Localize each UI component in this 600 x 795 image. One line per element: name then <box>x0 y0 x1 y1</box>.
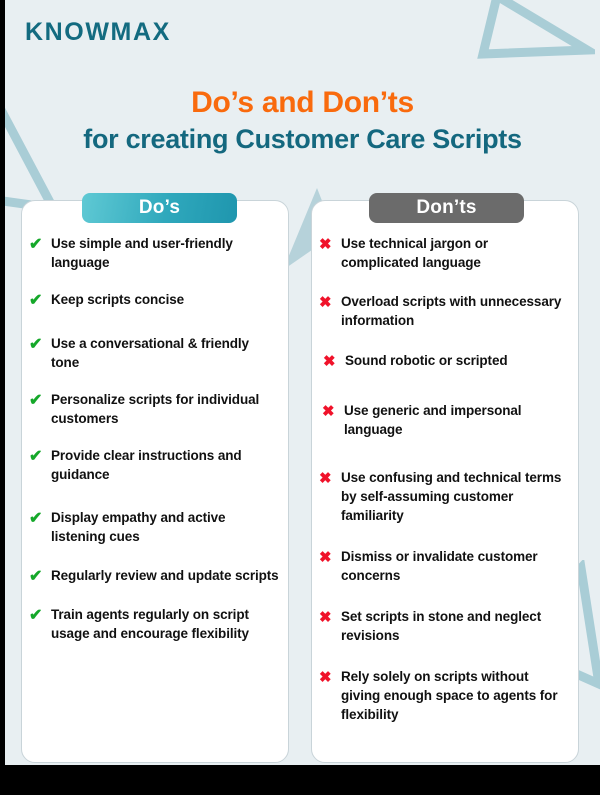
list-item-label: Train agents regularly on script usage a… <box>51 607 249 641</box>
check-icon: ✔ <box>29 448 43 465</box>
list-item-label: Display empathy and active listening cue… <box>51 510 226 544</box>
list-item-label: Provide clear instructions and guidance <box>51 448 242 482</box>
check-icon: ✔ <box>29 292 43 309</box>
cross-icon: ✖ <box>322 403 335 420</box>
list-item-label: Personalize scripts for individual custo… <box>51 392 260 426</box>
cross-icon: ✖ <box>323 353 336 370</box>
check-icon: ✔ <box>29 236 43 253</box>
list-item-label: Keep scripts concise <box>51 292 185 307</box>
cross-icon: ✖ <box>319 470 332 487</box>
list-item: ✖ Use generic and impersonal language <box>319 401 569 439</box>
check-icon: ✔ <box>29 510 43 527</box>
poster-canvas: KNOWMAX Do’s and Don’ts for creating Cus… <box>0 0 600 795</box>
list-item: ✔ Regularly review and update scripts <box>29 566 279 586</box>
list-item: ✖ Sound robotic or scripted <box>319 351 569 371</box>
knowmax-logo: KNOWMAX <box>25 18 171 46</box>
triangle-outline-top-right-icon <box>477 0 595 59</box>
list-item: ✔ Keep scripts concise <box>29 290 279 310</box>
list-item: ✔ Use a conversational & friendly tone <box>29 334 279 372</box>
donts-header-pill: Don’ts <box>369 193 524 223</box>
list-item: ✔ Personalize scripts for individual cus… <box>29 390 279 428</box>
check-icon: ✔ <box>29 392 43 409</box>
list-item: ✖ Rely solely on scripts without giving … <box>319 667 569 724</box>
cross-icon: ✖ <box>319 294 332 311</box>
list-item-label: Use technical jargon or complicated lang… <box>341 236 488 270</box>
list-item-label: Overload scripts with unnecessary inform… <box>341 294 562 328</box>
list-item-label: Use confusing and technical terms by sel… <box>341 470 562 523</box>
list-item: ✖ Dismiss or invalidate customer concern… <box>319 547 569 585</box>
list-item: ✔ Display empathy and active listening c… <box>29 508 279 546</box>
check-icon: ✔ <box>29 336 43 353</box>
list-item: ✔ Train agents regularly on script usage… <box>29 605 279 643</box>
list-item: ✔ Provide clear instructions and guidanc… <box>29 446 279 484</box>
cross-icon: ✖ <box>319 669 332 686</box>
dos-header-pill: Do’s <box>82 193 237 223</box>
list-item-label: Use generic and impersonal language <box>344 403 522 437</box>
check-icon: ✔ <box>29 568 43 585</box>
list-item-label: Dismiss or invalidate customer concerns <box>341 549 538 583</box>
list-item-label: Set scripts in stone and neglect revisio… <box>341 609 542 643</box>
list-item-label: Regularly review and update scripts <box>51 568 279 583</box>
check-icon: ✔ <box>29 607 43 624</box>
list-item: ✖ Set scripts in stone and neglect revis… <box>319 607 569 645</box>
cross-icon: ✖ <box>319 236 332 253</box>
list-item: ✔ Use simple and user-friendly language <box>29 234 279 272</box>
list-item-label: Use a conversational & friendly tone <box>51 336 249 370</box>
dos-list: ✔ Use simple and user-friendly language … <box>21 234 289 643</box>
list-item-label: Use simple and user-friendly language <box>51 236 233 270</box>
donts-list: ✖ Use technical jargon or complicated la… <box>311 234 579 724</box>
page-title: Do’s and Don’ts for creating Customer Ca… <box>5 86 600 156</box>
list-item: ✖ Use technical jargon or complicated la… <box>319 234 569 272</box>
list-item-label: Rely solely on scripts without giving en… <box>341 669 558 722</box>
cross-icon: ✖ <box>319 549 332 566</box>
cross-icon: ✖ <box>319 609 332 626</box>
page-title-line2: for creating Customer Care Scripts <box>83 124 522 154</box>
list-item-label: Sound robotic or scripted <box>345 353 508 368</box>
list-item: ✖ Overload scripts with unnecessary info… <box>319 292 569 330</box>
page-title-line1: Do’s and Don’ts <box>191 86 414 119</box>
list-item: ✖ Use confusing and technical terms by s… <box>319 468 569 525</box>
poster-background: KNOWMAX Do’s and Don’ts for creating Cus… <box>5 0 600 765</box>
